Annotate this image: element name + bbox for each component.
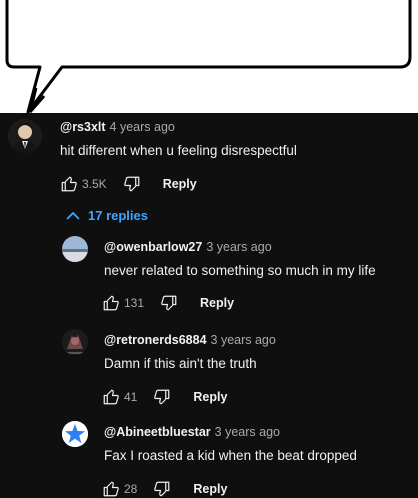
replies-toggle[interactable]: 17 replies: [66, 208, 148, 223]
comment-actions: 131 Reply: [102, 294, 234, 312]
avatar[interactable]: [8, 119, 42, 153]
comment-author[interactable]: @owenbarlow27 3 years ago: [104, 240, 272, 254]
like-count: 131: [124, 296, 145, 310]
chevron-up-icon: [66, 211, 80, 220]
reply-button[interactable]: Reply: [193, 390, 227, 404]
comment-timestamp[interactable]: 4 years ago: [110, 120, 175, 134]
like-count: 3.5K: [82, 177, 107, 191]
reply-button[interactable]: Reply: [193, 482, 227, 496]
person-avatar-icon: [8, 119, 42, 153]
star-avatar-icon: [62, 421, 88, 447]
avatar[interactable]: [62, 236, 88, 262]
speech-bubble-region: [0, 0, 418, 118]
dislike-icon[interactable]: [153, 388, 171, 406]
author-handle[interactable]: @rs3xlt: [60, 120, 106, 134]
comment-text: never related to something so much in my…: [104, 263, 376, 278]
author-handle[interactable]: @retronerds6884: [104, 333, 207, 347]
comment-author[interactable]: @rs3xlt 4 years ago: [60, 120, 175, 134]
retro-avatar-icon: [62, 329, 88, 355]
comment-text: Damn if this ain't the truth: [104, 356, 257, 371]
reply-comment: @retronerds6884 3 years ago Damn if this …: [0, 326, 418, 416]
top-comment: @rs3xlt 4 years ago hit different when u …: [0, 113, 418, 203]
reply-comment: @owenbarlow27 3 years ago never related t…: [0, 233, 418, 323]
avatar[interactable]: [62, 329, 88, 355]
author-handle[interactable]: @owenbarlow27: [104, 240, 202, 254]
comment-timestamp[interactable]: 3 years ago: [206, 240, 271, 254]
reply-button[interactable]: Reply: [200, 296, 234, 310]
like-icon[interactable]: [102, 480, 120, 498]
comment-actions: 3.5K Reply: [60, 175, 197, 193]
comment-text: hit different when u feeling disrespectf…: [60, 143, 297, 158]
comment-text: Fax I roasted a kid when the beat droppe…: [104, 448, 357, 463]
author-handle[interactable]: @Abineetbluestar: [104, 425, 211, 439]
speech-bubble-icon: [5, 0, 412, 114]
landscape-avatar-icon: [62, 236, 88, 262]
comment-actions: 28 Reply: [102, 480, 227, 498]
comments-panel: @rs3xlt 4 years ago hit different when u …: [0, 113, 418, 498]
comment-author[interactable]: @retronerds6884 3 years ago: [104, 333, 276, 347]
comment-author[interactable]: @Abineetbluestar 3 years ago: [104, 425, 280, 439]
reply-button[interactable]: Reply: [163, 177, 197, 191]
like-icon[interactable]: [60, 175, 78, 193]
comment-actions: 41 Reply: [102, 388, 227, 406]
replies-count-label[interactable]: 17 replies: [88, 208, 148, 223]
like-count: 41: [124, 390, 138, 404]
reply-comment: @Abineetbluestar 3 years ago Fax I roaste…: [0, 418, 418, 498]
like-icon[interactable]: [102, 388, 120, 406]
dislike-icon[interactable]: [153, 480, 171, 498]
comment-timestamp[interactable]: 3 years ago: [215, 425, 280, 439]
comment-timestamp[interactable]: 3 years ago: [211, 333, 276, 347]
avatar[interactable]: [62, 421, 88, 447]
dislike-icon[interactable]: [160, 294, 178, 312]
like-count: 28: [124, 482, 138, 496]
like-icon[interactable]: [102, 294, 120, 312]
dislike-icon[interactable]: [123, 175, 141, 193]
